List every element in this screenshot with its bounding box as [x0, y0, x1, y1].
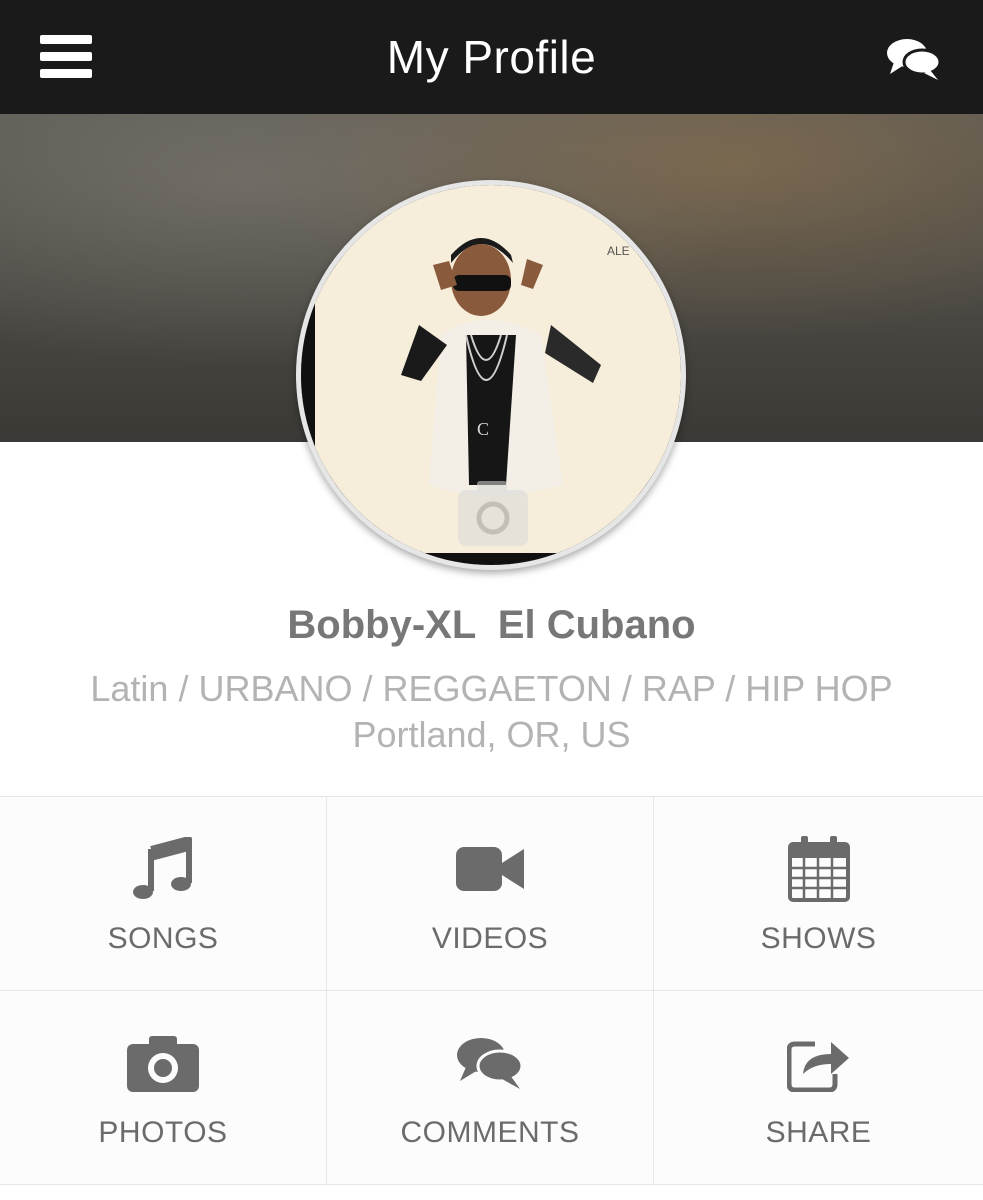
- photos-label: PHOTOS: [98, 1116, 228, 1149]
- videos-tile[interactable]: VIDEOS: [327, 797, 654, 991]
- share-icon: [654, 1027, 983, 1099]
- artist-location: Portland, OR, US: [352, 714, 631, 755]
- artist-genres: Latin / URBANO / REGGAETON / RAP / HIP H…: [90, 668, 893, 709]
- artist-name: Bobby-XL El Cubano: [287, 603, 696, 647]
- share-label: SHARE: [765, 1116, 872, 1149]
- comments-tile[interactable]: COMMENTS: [327, 991, 654, 1185]
- shows-label: SHOWS: [760, 922, 877, 955]
- comments-label: COMMENTS: [400, 1116, 580, 1149]
- svg-text:C: C: [477, 419, 489, 439]
- videos-label: VIDEOS: [431, 922, 549, 955]
- songs-label: SONGS: [107, 922, 219, 955]
- svg-text:ALE: ALE: [607, 244, 630, 258]
- share-tile[interactable]: SHARE: [654, 991, 983, 1185]
- calendar-icon: [654, 833, 983, 905]
- camera-icon: [0, 1027, 326, 1099]
- camera-icon: [458, 481, 528, 546]
- photos-tile[interactable]: PHOTOS: [0, 991, 327, 1185]
- music-note-icon: [0, 833, 326, 905]
- page-title: My Profile: [386, 31, 597, 83]
- video-camera-icon: [327, 833, 653, 905]
- profile-menu-grid: SONGS VIDEOS SHOWS PHOTOS COMMENTS SHARE: [0, 796, 983, 1187]
- top-app-bar: My Profile: [0, 0, 983, 114]
- profile-avatar[interactable]: C ALE: [296, 180, 686, 570]
- shows-tile[interactable]: SHOWS: [654, 797, 983, 991]
- songs-tile[interactable]: SONGS: [0, 797, 327, 991]
- comments-icon: [327, 1027, 653, 1099]
- chat-bubbles-icon[interactable]: [886, 36, 942, 82]
